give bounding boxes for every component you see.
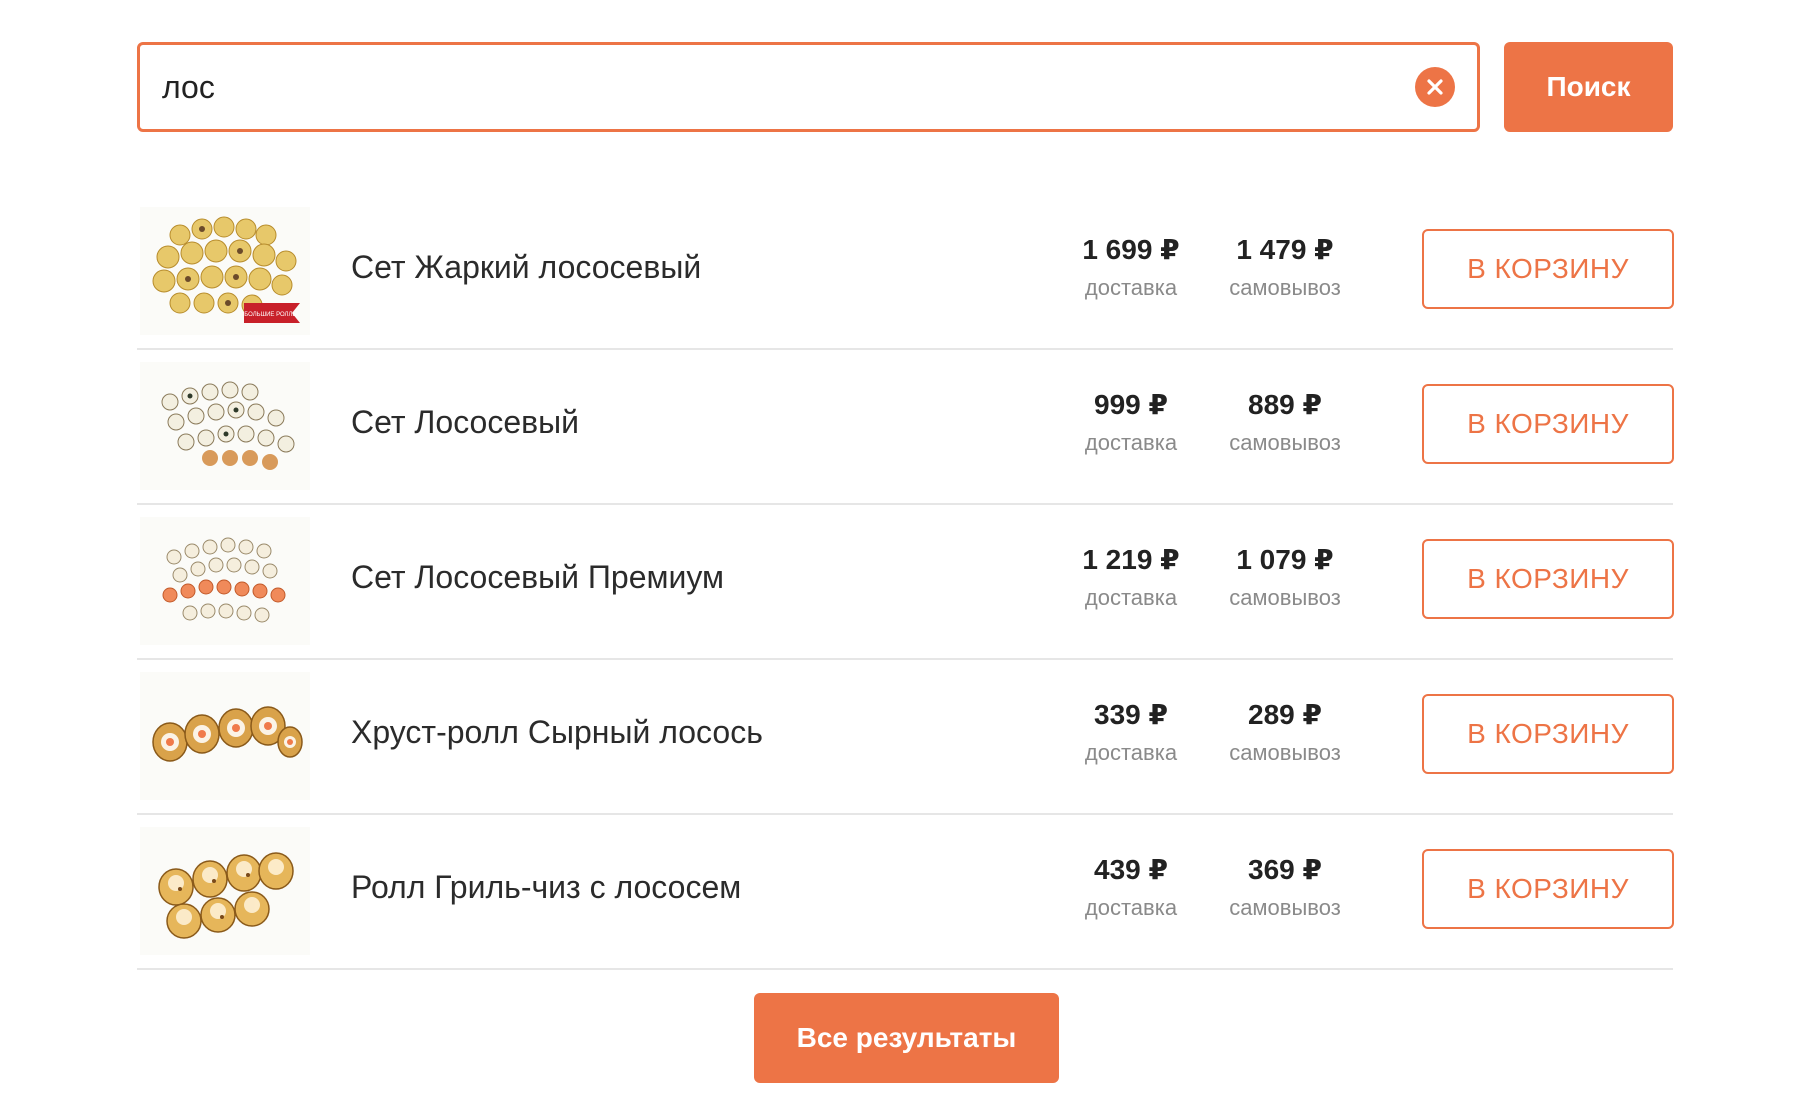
pickup-price-label: самовывоз (1229, 430, 1341, 455)
close-circle-icon[interactable] (1415, 67, 1455, 107)
add-to-cart-button[interactable]: В КОРЗИНУ (1422, 384, 1674, 464)
delivery-price-label: доставка (1084, 430, 1178, 455)
search-button[interactable]: Поиск (1504, 42, 1673, 132)
delivery-price-label: доставка (1084, 585, 1178, 610)
pickup-price-value: 1 079 ₽ (1236, 544, 1334, 575)
delivery-price-label: доставка (1084, 740, 1178, 765)
result-row: Сет Лососевый Премиум 1 219 ₽ доставка 1… (137, 505, 1674, 660)
pickup-price: 1 079 ₽ самовывоз (1210, 543, 1360, 611)
delivery-price-label: доставка (1084, 895, 1178, 920)
pickup-price-value: 289 ₽ (1248, 699, 1322, 730)
pickup-price: 889 ₽ самовывоз (1210, 388, 1360, 456)
delivery-price-value: 339 ₽ (1094, 699, 1168, 730)
add-to-cart-button[interactable]: В КОРЗИНУ (1422, 694, 1674, 774)
search-bar: Поиск (137, 42, 1673, 132)
results-list: БОЛЬШИЕ РОЛЛЫ Сет Жаркий лососевый 1 699… (137, 195, 1674, 970)
pickup-price-value: 889 ₽ (1248, 389, 1322, 420)
product-image[interactable] (140, 362, 310, 490)
delivery-price: 1 699 ₽ доставка (1056, 233, 1206, 301)
product-image[interactable] (140, 827, 310, 955)
delivery-price-value: 999 ₽ (1094, 389, 1168, 420)
delivery-price: 1 219 ₽ доставка (1056, 543, 1206, 611)
add-to-cart-button[interactable]: В КОРЗИНУ (1422, 849, 1674, 929)
result-row: Хруст-ролл Сырный лосось 339 ₽ доставка … (137, 660, 1674, 815)
pickup-price: 1 479 ₽ самовывоз (1210, 233, 1360, 301)
product-image[interactable] (140, 517, 310, 645)
result-row: Ролл Гриль-чиз с лососем 439 ₽ доставка … (137, 815, 1674, 970)
product-name[interactable]: Ролл Гриль-чиз с лососем (351, 869, 741, 906)
result-row: БОЛЬШИЕ РОЛЛЫ Сет Жаркий лососевый 1 699… (137, 195, 1674, 350)
delivery-price: 999 ₽ доставка (1056, 388, 1206, 456)
product-image[interactable] (140, 672, 310, 800)
product-badge: БОЛЬШИЕ РОЛЛЫ (244, 312, 297, 318)
product-name[interactable]: Сет Лососевый Премиум (351, 559, 724, 596)
search-results-page: Поиск БОЛЬШИЕ РОЛЛЫ Сет Жаркий лососев (0, 0, 1814, 1108)
product-name[interactable]: Сет Жаркий лососевый (351, 249, 701, 286)
pickup-price-value: 1 479 ₽ (1236, 234, 1334, 265)
pickup-price: 289 ₽ самовывоз (1210, 698, 1360, 766)
delivery-price: 439 ₽ доставка (1056, 853, 1206, 921)
pickup-price-label: самовывоз (1229, 275, 1341, 300)
delivery-price-value: 1 219 ₽ (1082, 544, 1180, 575)
all-results-button[interactable]: Все результаты (754, 993, 1059, 1083)
add-to-cart-button[interactable]: В КОРЗИНУ (1422, 539, 1674, 619)
pickup-price: 369 ₽ самовывоз (1210, 853, 1360, 921)
delivery-price-label: доставка (1084, 275, 1178, 300)
product-image[interactable]: БОЛЬШИЕ РОЛЛЫ (140, 207, 310, 335)
result-row: Сет Лососевый 999 ₽ доставка 889 ₽ самов… (137, 350, 1674, 505)
product-name[interactable]: Сет Лососевый (351, 404, 579, 441)
delivery-price: 339 ₽ доставка (1056, 698, 1206, 766)
product-name[interactable]: Хруст-ролл Сырный лосось (351, 714, 763, 751)
pickup-price-label: самовывоз (1229, 585, 1341, 610)
pickup-price-value: 369 ₽ (1248, 854, 1322, 885)
pickup-price-label: самовывоз (1229, 740, 1341, 765)
delivery-price-value: 1 699 ₽ (1082, 234, 1180, 265)
pickup-price-label: самовывоз (1229, 895, 1341, 920)
search-field[interactable] (137, 42, 1480, 132)
add-to-cart-button[interactable]: В КОРЗИНУ (1422, 229, 1674, 309)
delivery-price-value: 439 ₽ (1094, 854, 1168, 885)
search-input[interactable] (162, 65, 1392, 109)
